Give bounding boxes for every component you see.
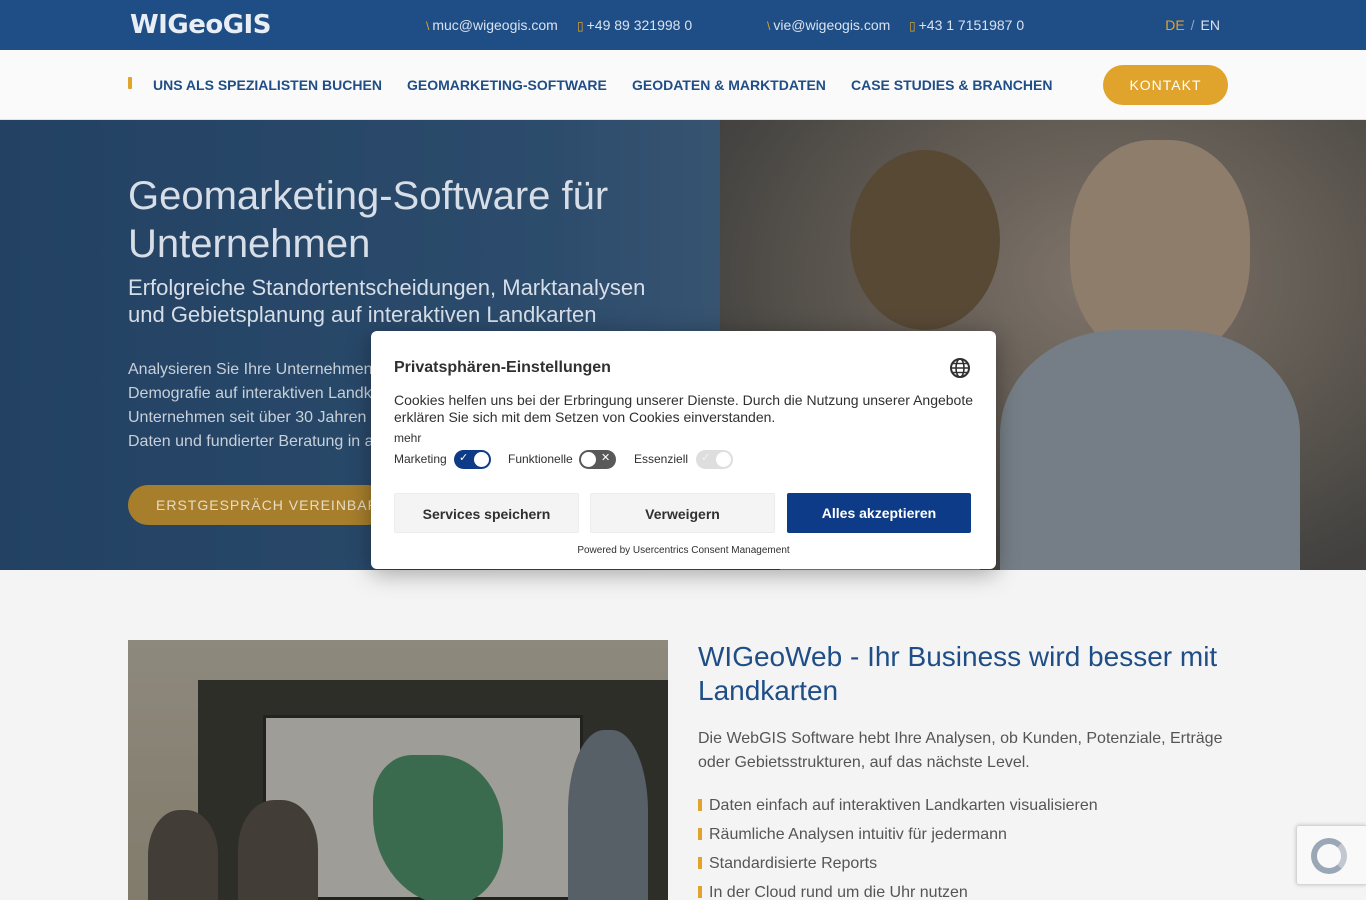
toggle-knob — [716, 452, 731, 467]
save-services-button[interactable]: Services speichern — [394, 493, 579, 533]
logo[interactable]: WIGeoGIS — [130, 10, 271, 40]
contact-email-vienna[interactable]: \ vie@wigeogis.com — [767, 17, 890, 33]
contact-text: vie@wigeogis.com — [773, 17, 891, 33]
email-icon: \ — [426, 19, 430, 33]
toggle-knob — [474, 452, 489, 467]
bullet-icon — [698, 857, 702, 869]
hero-title: Geomarketing-Software für Unternehmen — [128, 174, 609, 266]
contact-phone-munich[interactable]: ▯ +49 89 321998 0 — [577, 17, 692, 33]
bullet-icon — [698, 828, 702, 840]
list-item-text: Daten einfach auf interaktiven Landkarte… — [709, 797, 1098, 814]
section-text: Die WebGIS Software hebt Ihre Analysen, … — [698, 730, 1223, 771]
list-item-text: In der Cloud rund um die Uhr nutzen — [709, 884, 968, 900]
feature-list: Daten einfach auf interaktiven Landkarte… — [698, 791, 1098, 900]
contact-phone-vienna[interactable]: ▯ +43 1 7151987 0 — [909, 17, 1024, 33]
nav-item-specialists[interactable]: UNS ALS SPEZIALISTEN BUCHEN — [153, 77, 382, 93]
contact-button[interactable]: KONTAKT — [1103, 65, 1228, 105]
main-nav: UNS ALS SPEZIALISTEN BUCHEN GEOMARKETING… — [0, 50, 1366, 120]
accept-all-button[interactable]: Alles akzeptieren — [787, 493, 971, 533]
bullet-icon — [698, 886, 702, 898]
globe-icon[interactable] — [949, 357, 971, 379]
marketing-toggle[interactable]: ✓ — [454, 450, 491, 469]
contact-text: muc@wigeogis.com — [432, 17, 558, 33]
lang-de[interactable]: DE — [1165, 17, 1184, 33]
close-icon: ✕ — [601, 452, 611, 464]
functional-toggle[interactable]: ✕ — [579, 450, 616, 469]
consent-more-link[interactable]: mehr — [394, 431, 421, 445]
phone-icon: ▯ — [909, 19, 916, 33]
deny-button[interactable]: Verweigern — [590, 493, 775, 533]
essential-toggle: ✓ — [696, 450, 733, 469]
consent-text: Cookies helfen uns bei der Erbringung un… — [394, 392, 974, 425]
toggle-label: Marketing — [394, 452, 447, 466]
consent-title: Privatsphären-Einstellungen — [394, 359, 611, 376]
language-switcher: DE / EN — [1165, 17, 1220, 33]
nav-item-geomarketing-software[interactable]: GEOMARKETING-SOFTWARE — [407, 77, 607, 93]
toggle-knob — [581, 452, 596, 467]
contact-email-munich[interactable]: \ muc@wigeogis.com — [426, 17, 558, 33]
list-item: In der Cloud rund um die Uhr nutzen — [698, 878, 1098, 900]
photo-dim-overlay — [128, 640, 668, 900]
list-item: Räumliche Analysen intuitiv für jederman… — [698, 820, 1098, 849]
contact-text: +43 1 7151987 0 — [918, 17, 1025, 33]
list-item: Standardisierte Reports — [698, 849, 1098, 878]
powered-by-link[interactable]: Powered by Usercentrics Consent Manageme… — [371, 545, 996, 556]
email-icon: \ — [767, 19, 771, 33]
list-item-text: Standardisierte Reports — [709, 855, 878, 872]
toggle-label: Funktionelle — [508, 452, 573, 466]
check-icon: ✓ — [459, 452, 469, 464]
recaptcha-badge[interactable] — [1296, 825, 1366, 885]
list-item: Daten einfach auf interaktiven Landkarte… — [698, 791, 1098, 820]
phone-icon: ▯ — [577, 19, 584, 33]
book-consultation-button[interactable]: ERSTGESPRÄCH VEREINBARE — [128, 485, 388, 525]
consent-dialog: Privatsphären-Einstellungen Cookies helf… — [371, 331, 996, 569]
list-item-text: Räumliche Analysen intuitiv für jederman… — [709, 826, 1007, 843]
check-icon: ✓ — [701, 452, 711, 464]
nav-item-case-studies[interactable]: CASE STUDIES & BRANCHEN — [851, 77, 1052, 93]
nav-item-geodata[interactable]: GEODATEN & MARKTDATEN — [632, 77, 826, 93]
hero-subtitle: Erfolgreiche Standortentscheidungen, Mar… — [128, 275, 646, 327]
top-bar: WIGeoGIS \ muc@wigeogis.com ▯ +49 89 32199… — [0, 0, 1366, 50]
lang-en[interactable]: EN — [1201, 17, 1220, 33]
lang-separator: / — [1190, 17, 1195, 33]
contact-text: +49 89 321998 0 — [586, 17, 693, 33]
section-title: WIGeoWeb - Ihr Business wird besser mit … — [698, 641, 1218, 706]
nav-marker-icon — [128, 77, 132, 89]
recaptcha-icon — [1311, 838, 1347, 874]
bullet-icon — [698, 799, 702, 811]
wigeoweb-photo — [128, 640, 668, 900]
toggle-label: Essenziell — [634, 452, 689, 466]
